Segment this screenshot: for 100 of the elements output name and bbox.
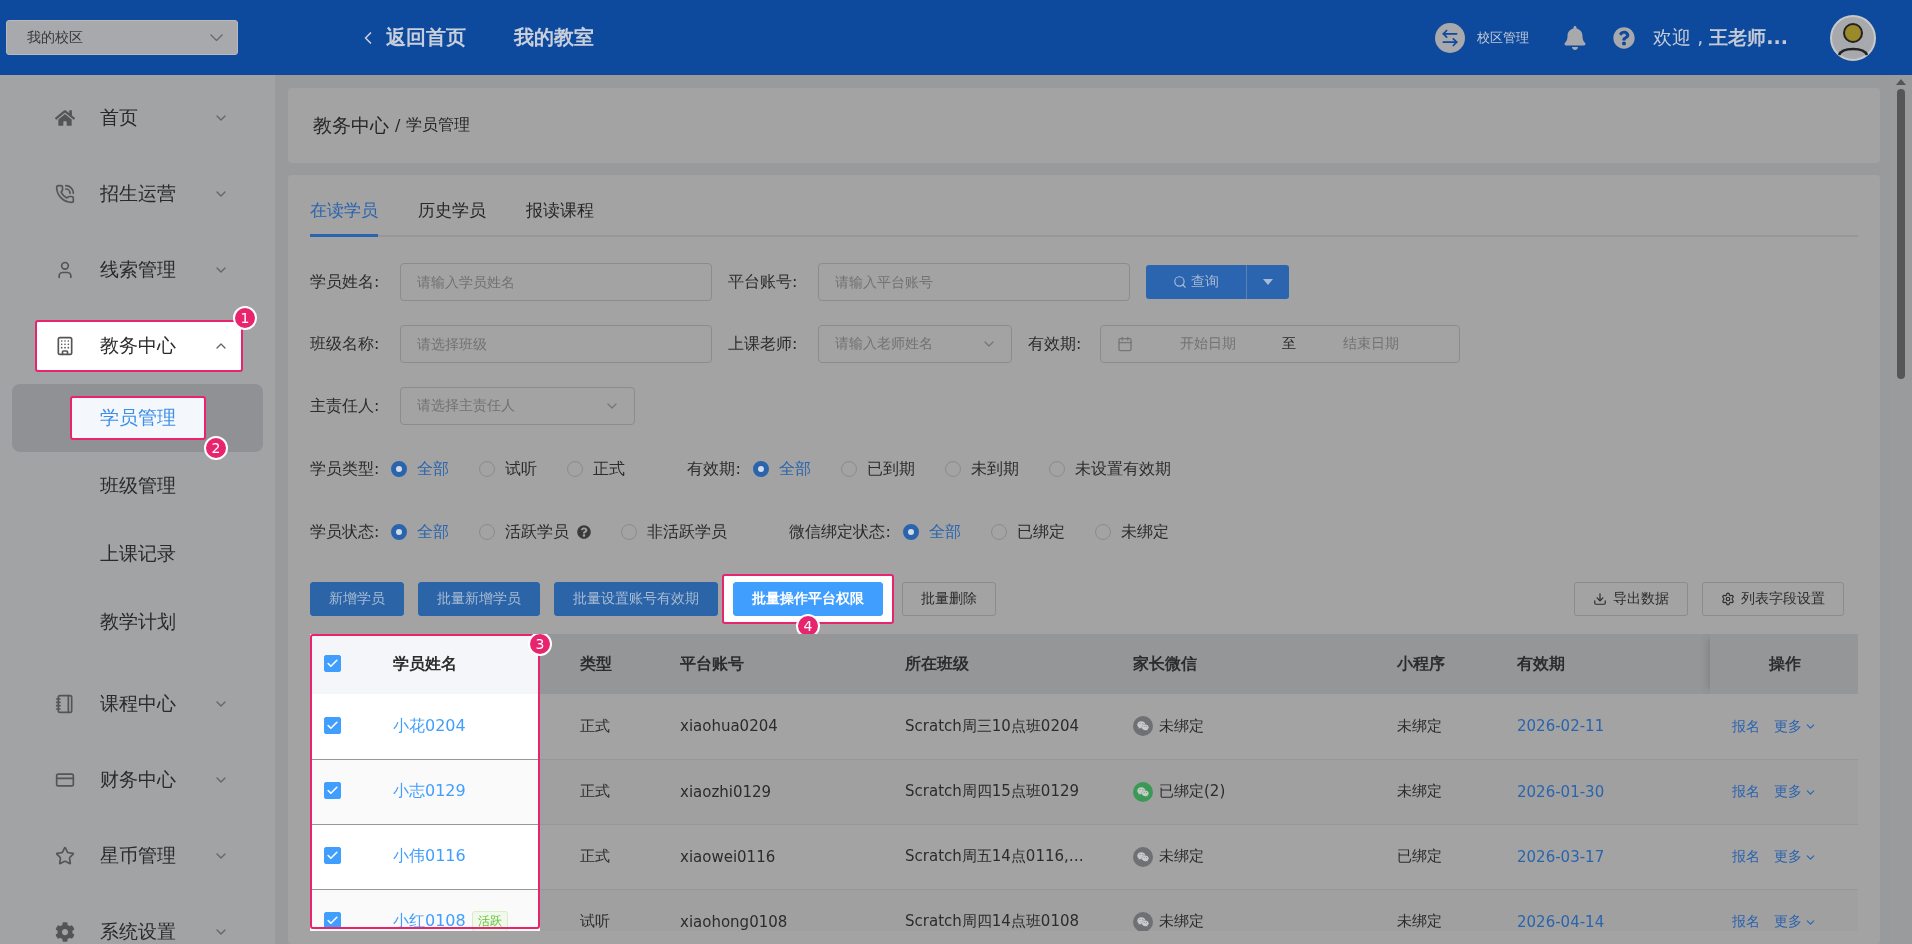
- star-icon: [55, 846, 75, 866]
- help-icon[interactable]: [577, 525, 592, 539]
- expiry-date: 2026-01-30: [1517, 782, 1605, 801]
- wechat-status: 未绑定: [1159, 912, 1204, 931]
- table-cell: 正式: [540, 694, 670, 759]
- building-icon: [55, 336, 75, 356]
- table-cell: 试听: [540, 889, 670, 931]
- check-icon: [326, 914, 339, 927]
- table-cell: Scratch周四15点班0129: [895, 759, 1125, 824]
- radio-option[interactable]: 已绑定: [990, 521, 1065, 543]
- avatar-icon[interactable]: [1830, 14, 1876, 61]
- check-icon: [326, 784, 339, 797]
- submenu-item[interactable]: 上课记录: [100, 532, 176, 576]
- bell-icon[interactable]: [1563, 25, 1588, 50]
- check-icon: [326, 849, 339, 862]
- radio-option[interactable]: 未绑定: [1094, 521, 1169, 543]
- action-button[interactable]: 批量删除: [902, 582, 996, 616]
- table-cell: 未绑定: [1387, 694, 1507, 759]
- field-label: 有效期:: [1028, 333, 1083, 355]
- field-label: 班级名称:: [310, 333, 381, 355]
- checkbox[interactable]: [324, 847, 341, 864]
- export-button[interactable]: 导出数据: [1574, 582, 1688, 616]
- wechat-status: 未绑定: [1159, 847, 1204, 866]
- sidebar-item[interactable]: 线索管理: [35, 244, 243, 296]
- table-cell: 正式: [540, 759, 670, 824]
- welcome-text: 欢迎 , 王老师...: [1653, 24, 1788, 50]
- table-cell: Scratch周四14点班0108: [895, 889, 1125, 931]
- column-header: 小程序: [1387, 634, 1507, 694]
- wechat-status: 未绑定: [1159, 716, 1204, 736]
- expiry-date: 2026-03-17: [1517, 847, 1605, 866]
- download-icon: [1593, 592, 1607, 606]
- home-icon: [55, 108, 75, 128]
- chevron-down-icon: [210, 34, 223, 41]
- column-header: 平台账号: [670, 634, 895, 694]
- radio-option[interactable]: 未设置有效期: [1048, 458, 1171, 480]
- submenu-item[interactable]: 学员管理: [70, 396, 206, 440]
- notebook-icon: [55, 694, 75, 714]
- submenu-item[interactable]: 班级管理: [100, 464, 176, 508]
- column-settings-button[interactable]: 列表字段设置: [1702, 582, 1844, 616]
- nav-link[interactable]: 我的教室: [514, 24, 594, 51]
- campus-select[interactable]: 我的校区: [6, 20, 238, 55]
- table-cell: 已绑定: [1387, 824, 1507, 889]
- caret-icon: [1263, 279, 1273, 285]
- sidebar-item[interactable]: 课程中心: [35, 678, 243, 730]
- filter-label: 学员类型:: [310, 458, 380, 480]
- search-icon: [1173, 275, 1187, 289]
- sidebar-item[interactable]: 系统设置: [35, 906, 243, 944]
- action-button[interactable]: 批量设置账号有效期: [554, 582, 718, 616]
- help-icon[interactable]: [1613, 26, 1636, 49]
- action-button[interactable]: 批量操作平台权限: [733, 582, 883, 616]
- checkbox[interactable]: [324, 716, 341, 734]
- breadcrumb-item: 学员管理: [406, 115, 471, 136]
- radio-option[interactable]: 正式: [567, 458, 626, 480]
- tab[interactable]: 历史学员: [418, 199, 486, 237]
- radio-option[interactable]: 已到期: [840, 458, 915, 480]
- expiry-date: 2026-04-14: [1517, 912, 1605, 931]
- calendar-icon: [1117, 336, 1133, 352]
- filter-label: 微信绑定状态:: [789, 521, 891, 543]
- checkbox[interactable]: [324, 654, 341, 672]
- submenu-item[interactable]: 教学计划: [100, 600, 176, 644]
- table-cell: 正式: [540, 824, 670, 889]
- phone-icon: [55, 184, 75, 204]
- radio-option[interactable]: 未到期: [944, 458, 1019, 480]
- sidebar-item[interactable]: 财务中心: [35, 754, 243, 806]
- step-badge: 2: [204, 436, 228, 460]
- settings-icon: [1721, 592, 1735, 606]
- query-button[interactable]: 查询: [1146, 265, 1246, 299]
- field-label: 主责任人:: [310, 395, 381, 417]
- check-icon: [326, 718, 339, 732]
- sidebar-item[interactable]: 首页: [35, 92, 243, 144]
- switch-icon[interactable]: [1435, 22, 1466, 53]
- column-header: 所在班级: [895, 634, 1125, 694]
- action-button[interactable]: 新增学员: [310, 582, 404, 616]
- breadcrumb-separator: /: [395, 116, 401, 135]
- dropdown-button[interactable]: [1246, 265, 1289, 299]
- status-tag: 活跃: [471, 911, 508, 931]
- radio-option[interactable]: 活跃学员: [479, 521, 592, 543]
- table-cell: Scratch周五14点0116,…: [895, 824, 1125, 889]
- action-button[interactable]: 批量新增学员: [418, 582, 540, 616]
- scrollbar-thumb[interactable]: [1897, 89, 1905, 379]
- checkbox[interactable]: [324, 782, 341, 799]
- tab[interactable]: 报读课程: [526, 199, 594, 237]
- sidebar-item[interactable]: 招生运营: [35, 168, 243, 220]
- student-name-link[interactable]: 小伟0116: [393, 846, 466, 867]
- user-icon: [55, 260, 75, 280]
- filter-label: 有效期:: [687, 458, 741, 480]
- sidebar-item[interactable]: 星币管理: [35, 830, 243, 882]
- table-cell: 未绑定: [1387, 759, 1507, 824]
- settings-icon: [55, 922, 75, 942]
- campus-manage-link[interactable]: 校区管理: [1477, 28, 1530, 47]
- back-link[interactable]: 返回首页: [358, 24, 466, 51]
- step-badge: 1: [233, 306, 257, 330]
- column-header: 家长微信: [1125, 634, 1387, 694]
- field-label: 平台账号:: [728, 271, 799, 293]
- breadcrumb-item[interactable]: 教务中心: [313, 112, 389, 139]
- scroll-up-icon[interactable]: [1896, 79, 1906, 85]
- radio-option[interactable]: 试听: [479, 458, 538, 480]
- student-name-link[interactable]: 小花0204: [393, 715, 466, 737]
- radio-option[interactable]: 非活跃学员: [621, 521, 728, 543]
- table-cell: xiaowei0116: [670, 824, 895, 889]
